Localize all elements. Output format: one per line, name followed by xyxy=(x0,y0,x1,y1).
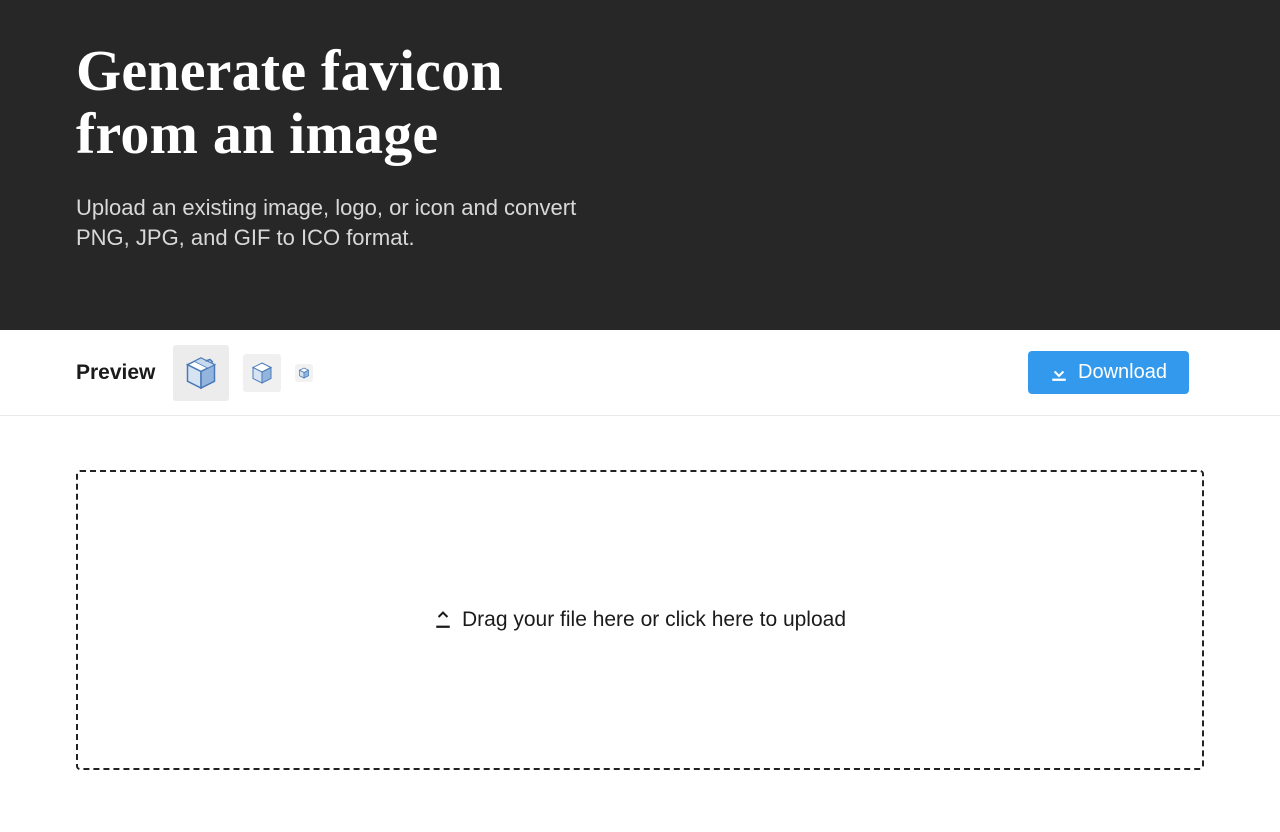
download-button[interactable]: Download xyxy=(1028,351,1189,394)
download-button-label: Download xyxy=(1078,361,1167,384)
upload-icon xyxy=(434,611,452,629)
page-title-line1: Generate favicon xyxy=(76,38,503,103)
page-title-line2: from an image xyxy=(76,101,438,166)
dropzone-section: Drag your file here or click here to upl… xyxy=(0,416,1280,770)
favicon-preview-large xyxy=(173,345,229,401)
box-icon xyxy=(250,361,274,385)
page-title: Generate favicon from an image xyxy=(76,40,636,165)
box-icon xyxy=(298,367,310,379)
hero-section: Generate favicon from an image Upload an… xyxy=(0,0,1280,330)
page-subtitle: Upload an existing image, logo, or icon … xyxy=(76,193,596,252)
upload-dropzone[interactable]: Drag your file here or click here to upl… xyxy=(76,470,1204,770)
preview-label: Preview xyxy=(76,361,155,385)
box-icon xyxy=(183,355,219,391)
favicon-preview-medium xyxy=(243,354,281,392)
preview-bar: Preview Download xyxy=(0,330,1280,416)
dropzone-text: Drag your file here or click here to upl… xyxy=(462,608,846,632)
favicon-preview-small xyxy=(295,364,313,382)
download-icon xyxy=(1050,364,1068,382)
